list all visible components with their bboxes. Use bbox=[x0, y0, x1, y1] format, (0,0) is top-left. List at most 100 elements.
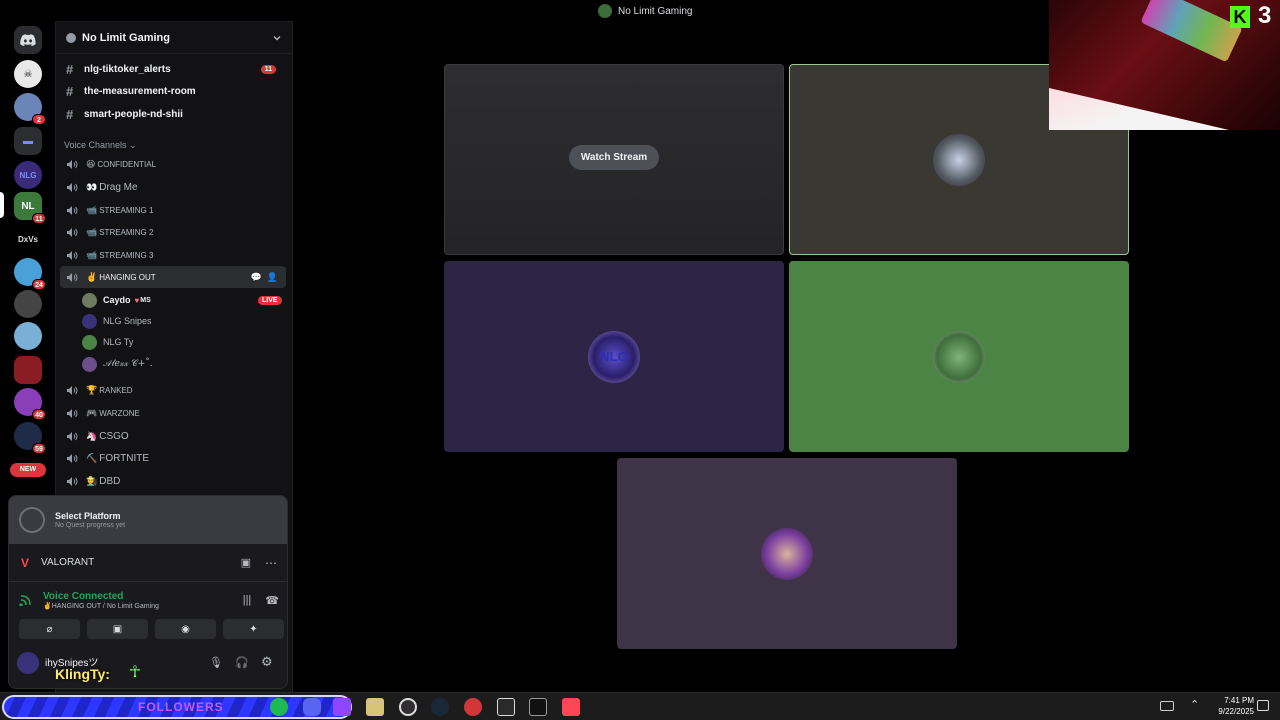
speaker-icon bbox=[66, 205, 82, 216]
voice-channel-streaming-1[interactable]: 📹 STREAMING 1 bbox=[60, 199, 286, 221]
voice-connected-label[interactable]: Voice Connected bbox=[43, 591, 243, 602]
epic-games-icon[interactable] bbox=[497, 698, 515, 716]
voice-channel-ranked[interactable]: 🏆 RANKED bbox=[60, 379, 286, 401]
notification-icon[interactable] bbox=[1257, 700, 1269, 711]
noise-suppression-icon[interactable]: ||| bbox=[243, 594, 252, 606]
server-icon-nlg-green[interactable]: NL 11 bbox=[14, 192, 46, 224]
voice-category-header[interactable]: Voice Channels ⌄ bbox=[64, 140, 137, 151]
screen-share-icon: ▣ bbox=[112, 623, 123, 635]
spotify-icon[interactable] bbox=[270, 698, 288, 716]
followers-label: FOLLOWERS bbox=[138, 700, 224, 714]
screen-share-button[interactable]: ▣ bbox=[87, 619, 148, 639]
more-options-icon[interactable]: ⋯ bbox=[265, 556, 277, 570]
user-panel: Select Platform No Quest progress yet V … bbox=[8, 495, 288, 689]
progress-ring-icon bbox=[19, 507, 45, 533]
activity-game: VALORANT bbox=[41, 557, 95, 568]
voice-channel-dbd[interactable]: 👨‍🌾 DBD bbox=[60, 470, 286, 492]
activities-button[interactable]: ◉ bbox=[155, 619, 216, 639]
microphone-icon[interactable]: 🎙 bbox=[209, 656, 223, 669]
riot-icon[interactable] bbox=[464, 698, 482, 716]
window-title: No Limit Gaming bbox=[598, 4, 692, 18]
clock[interactable]: 7:41 PM 9/22/2025 bbox=[1198, 696, 1254, 716]
voice-member-alexx[interactable]: 𝒜𝓁𝑒𝓍𝓍 𝒞+˚. bbox=[82, 354, 153, 374]
voice-channel-warzone[interactable]: 🎮 WARZONE bbox=[60, 402, 286, 424]
server-icon-nlg[interactable]: NLG bbox=[14, 161, 42, 189]
server-icon-night[interactable]: 59 bbox=[14, 422, 46, 454]
keyboard-layout-icon[interactable] bbox=[1160, 701, 1174, 711]
user-bar: ihySnipesツ KlingTy: ☥ 🎙 🎧 ⚙ bbox=[9, 648, 287, 688]
voice-member-caydo[interactable]: Caydo ♥ MS LIVE bbox=[82, 290, 282, 310]
voice-channel-label: DBD bbox=[99, 475, 121, 487]
discord-taskbar-icon[interactable] bbox=[303, 698, 321, 716]
server-icon-colorful[interactable]: 24 bbox=[14, 258, 46, 290]
watch-stream-button[interactable]: Watch Stream bbox=[568, 145, 660, 170]
quest-subtitle: No Quest progress yet bbox=[55, 522, 126, 529]
user-avatar[interactable] bbox=[17, 652, 39, 674]
settings-gear-icon[interactable]: ⚙ bbox=[261, 654, 273, 670]
server-icon-purple[interactable]: 40 bbox=[14, 388, 46, 420]
voice-channel-label: CSGO bbox=[99, 430, 129, 442]
voice-member-nlg-ty[interactable]: NLG Ty bbox=[82, 332, 133, 352]
chat-bubble-icon[interactable]: 💬 bbox=[251, 272, 262, 283]
keyboard-image bbox=[1140, 0, 1243, 63]
server-icon-dark[interactable] bbox=[14, 290, 42, 318]
soundboard-button[interactable]: ✦ bbox=[223, 619, 284, 639]
video-tile-alexx[interactable] bbox=[617, 458, 957, 649]
channel-nlg-tiktoker-alerts[interactable]: # nlg-tiktoker_alerts 11 bbox=[60, 58, 286, 80]
video-tile-nlg-snipes[interactable]: NLG bbox=[444, 261, 784, 452]
voice-channel-label: RANKED bbox=[99, 385, 133, 395]
voice-channel-drag-me[interactable]: 👀 Drag Me bbox=[60, 176, 286, 198]
avatar bbox=[82, 356, 97, 372]
capcut-icon[interactable] bbox=[529, 698, 547, 716]
server-icon-anime[interactable]: 2 bbox=[14, 93, 46, 125]
voice-channel-hanging-out[interactable]: ✌️ HANGING OUT 💬 👤 bbox=[60, 266, 286, 288]
voice-channel-confidential[interactable]: 😆 CONFIDENTIAL bbox=[60, 153, 286, 175]
voice-channel-label: STREAMING 1 bbox=[99, 205, 154, 215]
stream-game-icon[interactable]: ▣ bbox=[241, 556, 251, 569]
speaker-icon bbox=[66, 250, 82, 261]
speaker-icon bbox=[66, 385, 82, 396]
voice-channel-streaming-2[interactable]: 📹 STREAMING 2 bbox=[60, 221, 286, 243]
stream-tile-caydo[interactable]: Watch Stream bbox=[444, 64, 784, 255]
channel-emoji: 🏆 bbox=[86, 384, 98, 395]
voice-channel-csgo[interactable]: 🦄 CSGO bbox=[60, 425, 286, 447]
invite-member-icon[interactable]: 👤 bbox=[267, 272, 278, 283]
obs-icon[interactable] bbox=[399, 698, 417, 716]
voice-member-nlg-snipes[interactable]: NLG Snipes bbox=[82, 311, 152, 331]
channel-emoji: 📹 bbox=[86, 249, 98, 260]
server-icon-blue[interactable] bbox=[14, 322, 42, 350]
voice-channel-fortnite[interactable]: ⛏️ FORTNITE bbox=[60, 447, 286, 469]
desk-image bbox=[1049, 88, 1229, 130]
steam-icon[interactable] bbox=[431, 698, 449, 716]
kick-logo-icon: K bbox=[1230, 6, 1250, 28]
camera-off-button[interactable]: ⌀ bbox=[19, 619, 80, 639]
file-explorer-icon[interactable] bbox=[366, 698, 384, 716]
headphones-icon[interactable]: 🎧 bbox=[235, 656, 249, 669]
discord-home-button[interactable] bbox=[14, 26, 42, 54]
quest-bar[interactable]: Select Platform No Quest progress yet bbox=[9, 496, 287, 544]
guild-header[interactable]: No Limit Gaming bbox=[56, 22, 292, 54]
hash-icon: # bbox=[66, 61, 74, 77]
server-icon-dxvs[interactable]: DxVs bbox=[14, 225, 42, 253]
video-tile-nlg-ty[interactable] bbox=[789, 261, 1129, 452]
channel-the-measurement-room[interactable]: # the-measurement-room bbox=[60, 80, 286, 102]
valorant-icon: V bbox=[21, 555, 30, 570]
folder-icon[interactable]: ▬ bbox=[14, 127, 42, 155]
voice-channel-label: WARZONE bbox=[99, 408, 140, 418]
twitch-icon[interactable] bbox=[333, 698, 351, 716]
disconnect-icon[interactable]: ☎ bbox=[265, 594, 279, 607]
clock-time: 7:41 PM bbox=[1224, 696, 1254, 705]
server-icon-skull[interactable]: ☠ bbox=[14, 60, 42, 88]
voice-channel-streaming-3[interactable]: 📹 STREAMING 3 bbox=[60, 244, 286, 266]
guild-name: No Limit Gaming bbox=[82, 31, 170, 44]
server-icon-red[interactable] bbox=[14, 356, 42, 384]
valorant-taskbar-icon[interactable] bbox=[562, 698, 580, 716]
new-server-badge[interactable]: NEW bbox=[10, 463, 46, 477]
channel-emoji: 🦄 bbox=[86, 430, 98, 441]
channel-emoji: 😆 bbox=[86, 158, 96, 169]
avatar bbox=[82, 313, 97, 329]
quest-title: Select Platform bbox=[55, 511, 121, 521]
channel-smart-people-nd-shii[interactable]: # smart-people-nd-shii bbox=[60, 103, 286, 125]
mention-badge: 11 bbox=[260, 64, 276, 74]
voice-channel-path[interactable]: ✌️HANGING OUT / No Limit Gaming bbox=[43, 602, 243, 610]
